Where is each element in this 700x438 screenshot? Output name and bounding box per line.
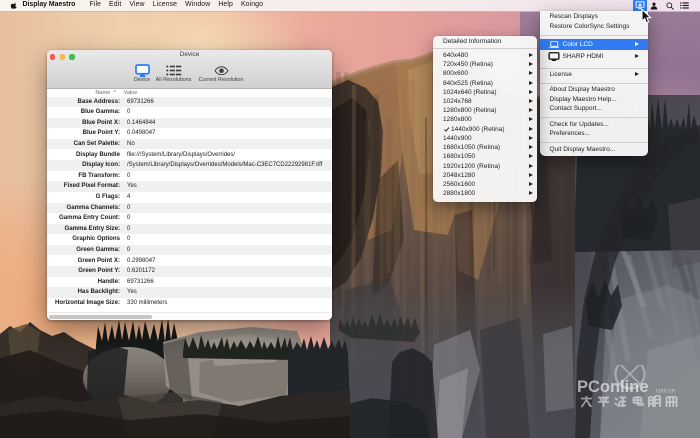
svg-text:.com.cn: .com.cn [654,389,675,395]
svg-text:PConline: PConline [577,378,649,396]
